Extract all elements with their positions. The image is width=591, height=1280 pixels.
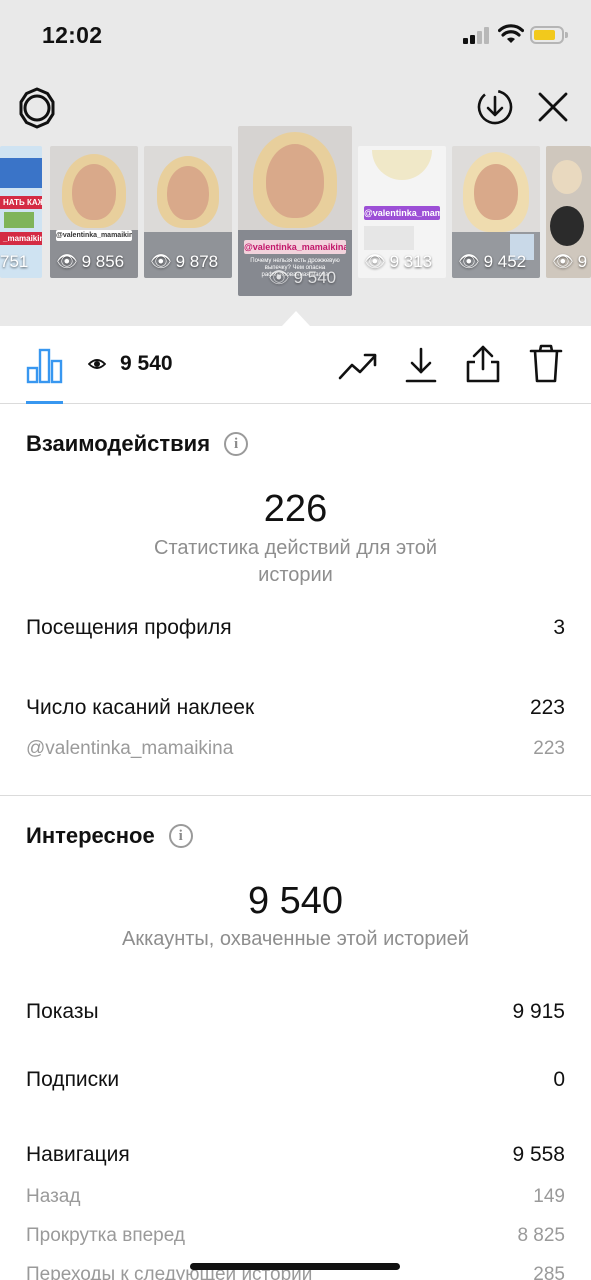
stat-row: Подписки 0: [26, 1068, 565, 1092]
download-circle-icon[interactable]: [476, 88, 514, 126]
stat-label: Число касаний наклеек: [26, 696, 255, 719]
stat-row: Навигация 9 558: [26, 1143, 565, 1167]
discovery-header: Интересное i: [26, 823, 193, 849]
close-icon[interactable]: [536, 90, 570, 124]
discovery-total: 9 540: [247, 880, 344, 922]
discovery-title: Интересное: [26, 823, 155, 848]
eye-icon: 👁: [458, 252, 480, 271]
stat-label: Подписки: [26, 1068, 120, 1091]
eye-icon: 👁: [552, 252, 574, 271]
views-count: 9 878: [175, 252, 219, 271]
stat-row: Число касаний наклеек 223: [26, 696, 565, 720]
story-thumbnails: НАТЬ КАЖДЫЙ _mamaikina 751 @valentinka_m…: [0, 126, 591, 301]
stat-value: 3: [553, 616, 565, 639]
story-mention-sticker: @valentinka_mamaikina: [364, 206, 440, 220]
stats-icon[interactable]: [26, 348, 63, 384]
interactions-total: 226: [263, 488, 328, 530]
stat-subrow: Назад 149: [26, 1186, 565, 1208]
views-count: 9 452: [483, 252, 527, 271]
stat-row: Показы 9 915: [26, 1000, 565, 1024]
stat-value: 8 825: [517, 1225, 565, 1246]
interactions-header: Взаимодействия i: [26, 431, 249, 457]
selected-pointer: [282, 311, 310, 326]
stat-label: Назад: [26, 1186, 81, 1207]
story-thumbnail-text: @valentinka_mamaikina: [56, 230, 132, 241]
story-thumbnail-selected[interactable]: @valentinka_mamaikina Почему нельзя есть…: [238, 126, 352, 296]
views-count: 9 313: [389, 252, 433, 271]
views-count: 9 856: [81, 252, 125, 271]
promote-trend-icon[interactable]: [338, 350, 378, 382]
story-thumbnail[interactable]: 👁 9: [546, 146, 591, 278]
eye-icon: 👁: [150, 252, 172, 271]
wifi-icon: [498, 24, 524, 43]
eye-icon: 👁: [268, 268, 290, 287]
stat-value: 0: [553, 1068, 565, 1091]
info-icon[interactable]: i: [168, 824, 193, 848]
stat-value: 149: [533, 1186, 565, 1207]
stat-subrow: Прокрутка вперед 8 825: [26, 1225, 565, 1247]
story-thumbnail-text: _mamaikina: [0, 232, 42, 245]
eye-icon: 👁: [56, 252, 78, 271]
story-thumbnail[interactable]: @valentinka_mamaikina 👁 9 856: [50, 146, 138, 278]
toolbar-views-count: 9 540: [120, 352, 173, 375]
delete-icon[interactable]: [529, 344, 563, 384]
story-mention-sticker: @valentinka_mamaikina: [244, 240, 346, 254]
views-count: 9: [577, 252, 588, 271]
battery-icon: [530, 26, 568, 44]
stat-subrow[interactable]: @valentinka_mamaikina 223: [26, 738, 565, 760]
eye-icon: [88, 359, 106, 369]
toolbar-views: 9 540: [88, 352, 173, 376]
story-thumbnail[interactable]: НАТЬ КАЖДЫЙ _mamaikina 751: [0, 146, 42, 278]
story-thumbnail-text: НАТЬ КАЖДЫЙ: [0, 196, 42, 209]
stat-value: 9 915: [512, 1000, 565, 1023]
share-icon[interactable]: [465, 344, 501, 384]
stat-label: Навигация: [26, 1143, 130, 1166]
stat-label: Посещения профиля: [26, 616, 232, 639]
stat-value: 9 558: [512, 1143, 565, 1166]
story-thumbnail[interactable]: @valentinka_mamaikina 👁9 313: [358, 146, 446, 278]
status-bar: 12:02: [0, 0, 591, 72]
story-thumbnail[interactable]: 👁 9 878: [144, 146, 232, 278]
stat-row: Посещения профиля 3: [26, 616, 565, 640]
status-time: 12:02: [42, 22, 103, 48]
settings-icon[interactable]: [16, 87, 58, 129]
signal-icon: [463, 27, 491, 44]
info-icon[interactable]: i: [224, 432, 249, 456]
stat-label: Показы: [26, 1000, 99, 1023]
section-divider: [0, 795, 591, 796]
story-thumbnail[interactable]: 👁 9 452: [452, 146, 540, 278]
stat-value: 223: [529, 696, 565, 719]
stat-value: 285: [533, 1264, 565, 1280]
discovery-subtitle: Аккаунты, охваченные этой историей: [122, 928, 469, 950]
download-icon[interactable]: [404, 346, 438, 384]
stat-label: @valentinka_mamaikina: [26, 738, 234, 759]
active-tab-indicator: [26, 401, 63, 404]
interactions-title: Взаимодействия: [26, 431, 211, 456]
stat-label: Прокрутка вперед: [26, 1225, 185, 1246]
eye-icon: 👁: [364, 252, 386, 271]
views-count: 9 540: [293, 268, 337, 287]
stat-value: 223: [533, 738, 565, 759]
views-count: 751: [0, 252, 29, 271]
home-indicator[interactable]: [190, 1263, 400, 1270]
interactions-subtitle: Статистика действий для этой истории: [154, 537, 437, 586]
